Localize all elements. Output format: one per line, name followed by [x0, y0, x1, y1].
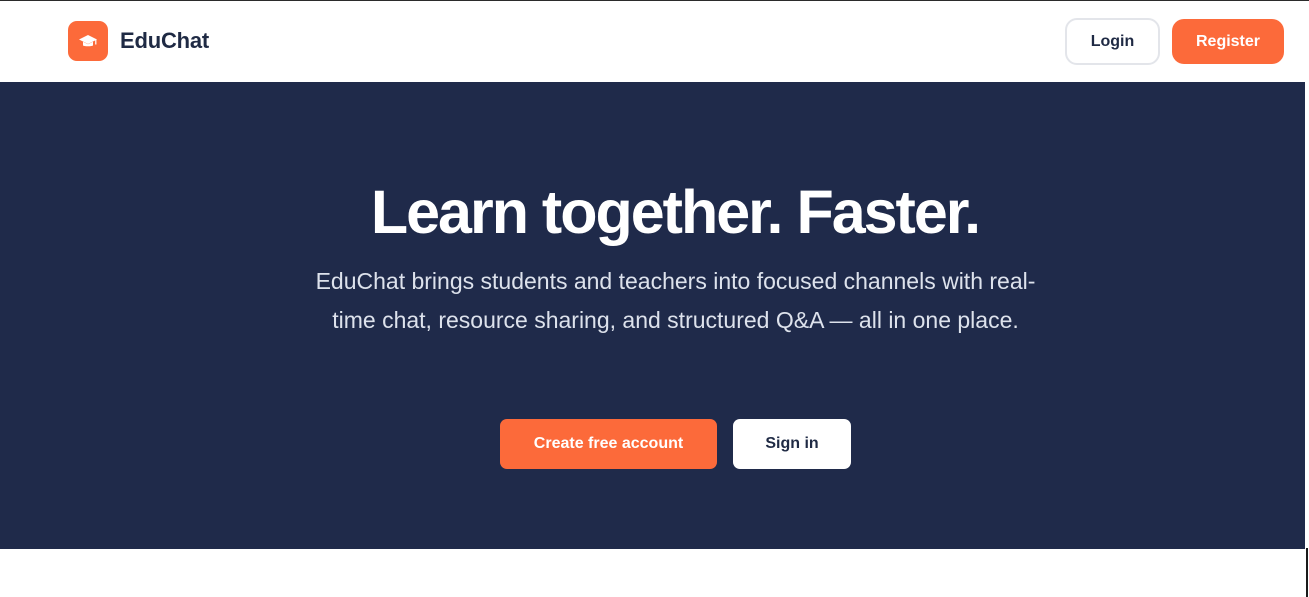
login-button[interactable]: Login [1065, 18, 1160, 65]
scrollbar-edge [1306, 548, 1308, 597]
hero-subtitle: EduChat brings students and teachers int… [315, 268, 1036, 333]
brand-name: EduChat [120, 28, 210, 53]
graduation-cap-icon [68, 21, 108, 61]
sign-in-button[interactable]: Sign in [733, 419, 851, 469]
top-navbar: EduChat Login Register [0, 1, 1309, 82]
hero-title: Learn together. Faster. [370, 178, 981, 246]
create-account-button[interactable]: Create free account [500, 419, 717, 469]
hero-section: Learn together. Faster. EduChat brings s… [0, 82, 1305, 549]
register-button[interactable]: Register [1172, 19, 1284, 64]
brand[interactable]: EduChat [68, 21, 209, 61]
